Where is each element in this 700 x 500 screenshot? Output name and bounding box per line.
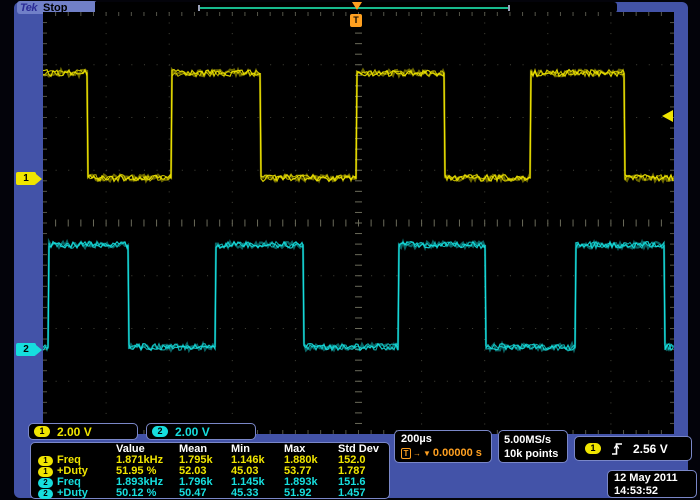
right-arrow-icon: → <box>413 449 421 458</box>
measurement-channel-badge: 2 <box>38 478 53 488</box>
measurement-row: 1+Duty51.95 %52.0345.0353.771.787 <box>38 466 389 477</box>
channel1-badge: 1 <box>34 426 50 437</box>
measurements-header-row: Value Mean Min Max Std Dev <box>38 444 389 455</box>
measurement-mean: 50.47 <box>179 488 231 499</box>
measurement-row: 2 +Duty 50.12 %50.4745.3351.921.457 <box>38 488 389 499</box>
trace-ch2 <box>43 242 673 351</box>
trigger-level: 2.56 V <box>633 442 668 456</box>
trigger-source-badge: 1 <box>585 443 601 454</box>
measurement-rows: 1Freq1.871kHz1.795k1.146k1.880k152.01+Du… <box>38 455 389 499</box>
channel2-badge: 2 <box>152 426 168 437</box>
trace-ch1 <box>43 70 673 182</box>
tek-logo: Tek <box>20 2 37 14</box>
record-view-left-bracket-icon <box>198 5 200 11</box>
timebase-scale: 200µs <box>401 433 491 445</box>
time-readout: 14:53:52 <box>614 485 696 498</box>
graticule: T 1 2 <box>43 12 674 434</box>
measurement-channel-badge: 1 <box>38 467 53 477</box>
trigger-point-flag-icon: T <box>350 14 362 27</box>
waveform-traces <box>43 12 674 434</box>
sample-rate: 5.00MS/s <box>504 433 567 447</box>
trigger-position-arrow-icon <box>352 2 362 10</box>
horizontal-position-value: 0.00000 s <box>433 447 482 459</box>
datetime-chip: 12 May 2011 14:53:52 <box>607 470 697 498</box>
record-length: 10k points <box>504 447 567 461</box>
measurement-row: 2Freq1.893kHz1.796k1.145k1.893k151.6 <box>38 477 389 488</box>
trace-ch1 <box>43 70 673 182</box>
horizontal-position-readout: T→▼ 0.00000 s <box>401 447 491 459</box>
trigger-chip: 1 2.56 V <box>574 436 692 461</box>
measurement-row: 1Freq1.871kHz1.795k1.146k1.880k152.0 <box>38 455 389 466</box>
measurement-name: +Duty <box>57 488 88 499</box>
channel2-scale-chip: 2 2.00 V <box>146 423 256 440</box>
trigger-t-icon: T <box>401 448 411 459</box>
oscilloscope-screen: Tek Stop T 1 2 1 2.00 V 2 2.00 V Value M… <box>0 0 700 500</box>
channel2-scale: 2.00 V <box>175 425 210 439</box>
down-triangle-icon: ▼ <box>423 449 431 458</box>
acquisition-chip: 5.00MS/s 10k points <box>498 430 568 463</box>
measurement-channel-badge: 2 <box>38 489 53 499</box>
channel2-position-marker: 2 <box>16 343 36 356</box>
measurement-value: 50.12 % <box>116 488 179 499</box>
measurements-table: Value Mean Min Max Std Dev 1Freq1.871kHz… <box>30 442 390 499</box>
trace-ch1 <box>43 70 673 182</box>
measurement-channel-badge: 1 <box>38 456 53 466</box>
measurement-std: 1.457 <box>338 488 389 499</box>
channel1-scale-chip: 1 2.00 V <box>28 423 138 440</box>
record-view-right-bracket-icon <box>508 5 510 11</box>
trace-ch2 <box>43 242 673 351</box>
measurement-min: 45.33 <box>231 488 284 499</box>
channel1-scale: 2.00 V <box>57 425 92 439</box>
measurement-max: 51.92 <box>284 488 338 499</box>
trigger-level-arrow-icon <box>662 110 673 122</box>
channel1-position-marker: 1 <box>16 172 36 185</box>
date-readout: 12 May 2011 <box>614 472 696 485</box>
rising-edge-icon <box>611 442 623 456</box>
trace-ch2 <box>43 242 673 351</box>
timebase-chip: 200µs T→▼ 0.00000 s <box>394 430 492 463</box>
